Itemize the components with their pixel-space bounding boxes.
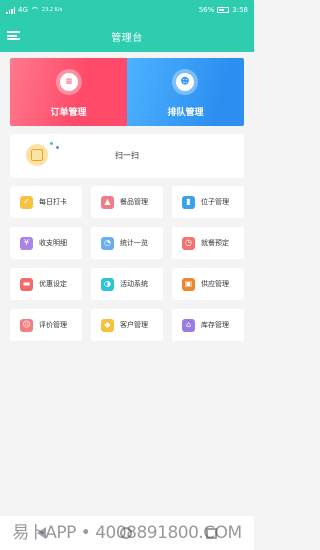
menu-tile-label: 优惠设定	[39, 280, 67, 288]
activity-icon: ◑	[101, 277, 114, 291]
menu-tile-label: 收支明细	[39, 239, 67, 247]
battery-icon	[217, 7, 230, 13]
sad-face-icon: ☹	[20, 318, 33, 332]
menu-tile-label: 位子管理	[201, 198, 229, 206]
menu-tile-label: 评价管理	[39, 321, 67, 329]
clock: 3:58	[232, 6, 248, 14]
menu-tile-label: 每日打卡	[39, 198, 67, 206]
banner: ≡ 订单管理 ☻ 排队管理	[10, 58, 244, 126]
menu-grid: ✓ 每日打卡 ▲ 餐品管理 ▮ 位子管理 ¥ 收支明细 ◔ 统计一览 ◷ 就餐预定 ▬ 优惠设定 ◑ 活动系统…	[10, 186, 244, 341]
home-icon[interactable]	[120, 527, 132, 539]
receipt-icon: ¥	[20, 236, 33, 250]
menu-tile-label: 活动系统	[120, 280, 148, 288]
system-nav-bar	[0, 516, 254, 550]
menu-tile[interactable]: ◔ 统计一览	[91, 227, 163, 259]
decor-dot	[50, 142, 53, 145]
scan-button[interactable]: 扫一扫	[10, 134, 244, 178]
menu-tile[interactable]: ▬ 优惠设定	[10, 268, 82, 300]
scan-label: 扫一扫	[115, 151, 139, 160]
book-icon: ▮	[182, 195, 195, 209]
queue-management-button[interactable]: ☻ 排队管理	[127, 58, 244, 126]
supply-box-icon: ▣	[182, 277, 195, 291]
calendar-check-icon: ✓	[20, 195, 33, 209]
network-speed: 23.2 K/s	[41, 7, 63, 13]
queue-management-label: 排队管理	[167, 108, 204, 118]
pie-chart-icon: ◔	[101, 236, 114, 250]
diamond-icon: ◆	[101, 318, 114, 332]
warehouse-icon: ⌂	[182, 318, 195, 332]
recent-apps-icon[interactable]	[206, 527, 217, 539]
signal-icon	[6, 6, 15, 14]
menu-tile[interactable]: ✓ 每日打卡	[10, 186, 82, 218]
menu-tile-label: 客户管理	[120, 321, 148, 329]
menu-tile-label: 统计一览	[120, 239, 148, 247]
status-bar: 4G 23.2 K/s 56% 3:58	[0, 0, 254, 20]
menu-tile[interactable]: ¥ 收支明细	[10, 227, 82, 259]
app-header: 管理台	[0, 20, 254, 52]
menu-tile[interactable]: ◆ 客户管理	[91, 309, 163, 341]
network-type: 4G	[18, 6, 28, 14]
menu-tile-label: 餐品管理	[120, 198, 148, 206]
menu-tile-label: 供应管理	[201, 280, 229, 288]
menu-tile[interactable]: ☹ 评价管理	[10, 309, 82, 341]
menu-tile[interactable]: ▲ 餐品管理	[91, 186, 163, 218]
wifi-icon	[30, 7, 39, 13]
back-icon[interactable]	[37, 527, 46, 539]
menu-tile[interactable]: ◷ 就餐预定	[172, 227, 244, 259]
order-list-icon: ≡	[56, 69, 82, 95]
order-management-button[interactable]: ≡ 订单管理	[10, 58, 127, 126]
battery-level: 56%	[198, 6, 215, 14]
menu-tile-label: 库存管理	[201, 321, 229, 329]
menu-tile-label: 就餐预定	[201, 239, 229, 247]
menu-icon[interactable]	[7, 29, 21, 42]
queue-people-icon: ☻	[172, 69, 198, 95]
alarm-clock-icon: ◷	[182, 236, 195, 250]
menu-tile[interactable]: ▮ 位子管理	[172, 186, 244, 218]
menu-tile[interactable]: ◑ 活动系统	[91, 268, 163, 300]
order-management-label: 订单管理	[50, 108, 87, 118]
page-title: 管理台	[111, 32, 143, 44]
menu-tile[interactable]: ▣ 供应管理	[172, 268, 244, 300]
food-cloche-icon: ▲	[101, 195, 114, 209]
decor-dot	[56, 146, 59, 149]
menu-tile[interactable]: ⌂ 库存管理	[172, 309, 244, 341]
coupon-icon: ▬	[20, 277, 33, 291]
